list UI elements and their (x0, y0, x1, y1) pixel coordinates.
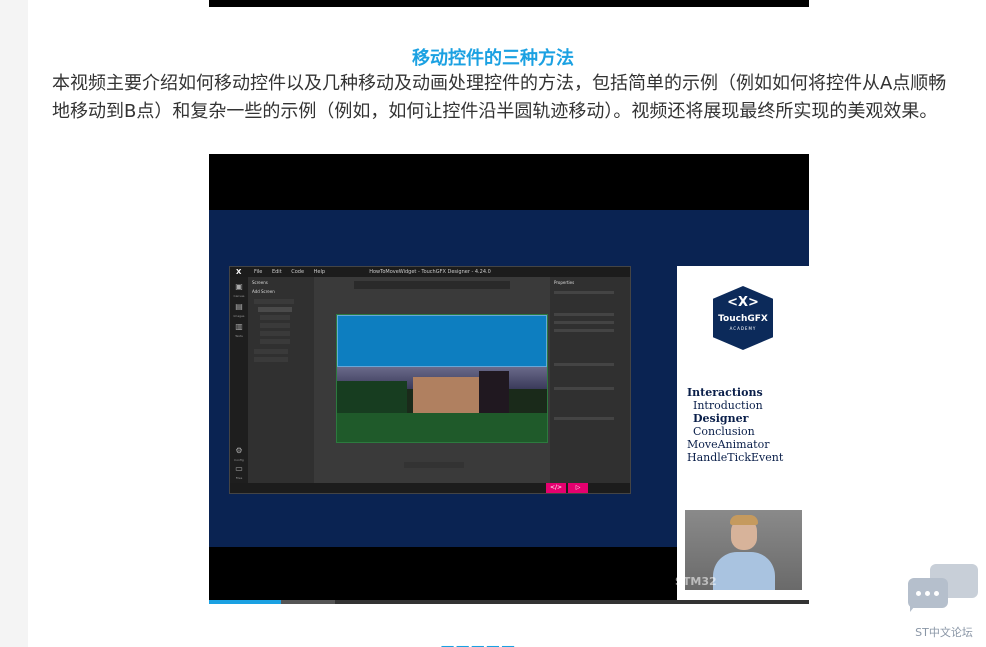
agenda-item: HandleTickEvent (687, 451, 784, 464)
designer-screenshot: X File Edit Code Help HowToMoveWidget - … (229, 266, 631, 494)
logo-name: TouchGFX (718, 314, 768, 324)
screens-panel: Screens Add Screen (248, 277, 314, 483)
rail-label-texts: Texts (235, 334, 243, 338)
rail-label-files: Files (235, 476, 243, 480)
app-rail: ▣ Canvas ▤ Images ▥ Texts ⚙ Config ▭ Fil… (230, 277, 248, 483)
files-icon: ▭ (235, 464, 243, 473)
agenda-item: Introduction (693, 399, 763, 412)
tree-row (254, 357, 288, 362)
chat-dot (916, 591, 921, 596)
prop-field (554, 387, 614, 390)
code-button-icon: </> (546, 483, 566, 493)
prop-field (554, 363, 614, 366)
previous-video-edge (209, 0, 809, 7)
screens-header: Screens (252, 280, 268, 285)
rail-label-canvas: Canvas (233, 294, 245, 298)
config-icon: ⚙ (235, 446, 243, 455)
tree-row (260, 315, 290, 320)
agenda-item: Conclusion (693, 425, 755, 438)
app-window-title: HowToMoveWidget - TouchGFX Designer - 4.… (369, 269, 491, 275)
canvas-toolbar (354, 281, 510, 289)
run-button-icon: ▷ (568, 483, 588, 493)
prop-field (554, 321, 614, 324)
logo-sub: ACADEMY (729, 326, 757, 331)
chat-bubble-tail (910, 602, 918, 612)
forum-widget[interactable]: ST中文论坛 (904, 562, 984, 644)
section-paragraph: 本视频主要介绍如何移动控件以及几种移动及动画处理控件的方法，包括简单的示例（例如… (52, 73, 947, 122)
tree-row (260, 339, 290, 344)
video-player[interactable]: X File Edit Code Help HowToMoveWidget - … (209, 154, 809, 604)
video-watermark: STM32 (675, 575, 717, 588)
presenter-shirt (713, 552, 775, 590)
agenda-list: Interactions Introduction Designer Concl… (687, 386, 783, 464)
building-dark (479, 371, 509, 415)
forum-label[interactable]: ST中文论坛 (904, 624, 984, 640)
selected-box-widget (337, 315, 547, 367)
design-canvas (314, 277, 550, 483)
prop-field (554, 313, 614, 316)
agenda-item-current: Designer (693, 412, 749, 425)
tree-row (254, 299, 294, 304)
prop-field (554, 291, 614, 294)
agenda-item: MoveAnimator (687, 438, 770, 451)
zoom-bar (404, 462, 464, 468)
tree-row (254, 349, 288, 354)
rail-label-config: Config (234, 458, 244, 462)
tree-row (258, 307, 292, 312)
presenter-hair (730, 515, 758, 525)
app-status-bar: </> ▷ (230, 483, 630, 493)
video-frame[interactable]: X File Edit Code Help HowToMoveWidget - … (209, 210, 809, 603)
tree-row (260, 331, 290, 336)
lawn (337, 413, 547, 442)
chat-dot (934, 591, 939, 596)
section-heading: 移动控件的三种方法 (412, 48, 574, 69)
properties-title: Properties (554, 280, 575, 285)
screen-preview (336, 314, 548, 443)
add-screen-label: Add Screen (252, 289, 275, 294)
left-gutter (0, 0, 28, 647)
rail-label-images: Images (233, 314, 245, 318)
course-side-panel: <X> TouchGFX ACADEMY Interactions Introd… (677, 266, 809, 603)
prop-field (554, 417, 614, 420)
next-section-heading-partial: ▬▬▬▬▬ (440, 640, 570, 647)
progress-played (209, 600, 281, 604)
images-icon: ▤ (235, 302, 243, 311)
app-title-bar: X File Edit Code Help HowToMoveWidget - … (230, 267, 630, 277)
prop-field (554, 329, 614, 332)
canvas-icon: ▣ (235, 282, 243, 291)
chat-dot (925, 591, 930, 596)
agenda-item: Interactions (687, 386, 763, 399)
touchgfx-academy-logo: <X> TouchGFX ACADEMY (713, 286, 773, 350)
properties-panel: Properties (550, 277, 630, 483)
logo-mark: <X> (727, 295, 759, 310)
texts-icon: ▥ (235, 322, 243, 331)
tree-row (260, 323, 290, 328)
